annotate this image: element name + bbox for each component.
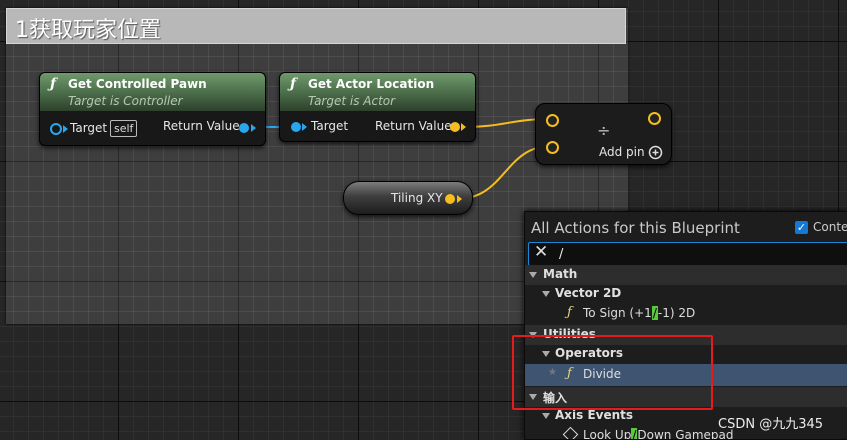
action-to-sign-2d[interactable]: ƒ To Sign (+1/-1) 2D bbox=[525, 304, 847, 324]
divide-symbol: ÷ bbox=[597, 121, 611, 140]
pin-arrow-icon bbox=[63, 125, 68, 133]
event-diamond-icon bbox=[562, 426, 579, 439]
node-header: ƒ Get Controlled Pawn Target is Controll… bbox=[40, 73, 265, 111]
node-divide[interactable]: ÷ Add pin bbox=[535, 103, 672, 165]
divide-input-b-pin[interactable] bbox=[546, 141, 559, 154]
target-default-self[interactable]: self bbox=[110, 120, 138, 137]
pin-arrow-icon bbox=[251, 124, 256, 132]
divide-output-pin[interactable] bbox=[648, 112, 661, 125]
node-get-actor-location[interactable]: ƒ Get Actor Location Target is Actor Tar… bbox=[279, 72, 476, 142]
category-vector-2d[interactable]: Vector 2D bbox=[525, 284, 847, 304]
node-title: Get Controlled Pawn bbox=[68, 77, 207, 91]
return-value-label: Return Value bbox=[163, 119, 240, 133]
search-box: ✕ bbox=[528, 242, 847, 266]
expand-arrow-icon[interactable] bbox=[542, 291, 550, 297]
add-pin-label[interactable]: Add pin bbox=[599, 145, 645, 159]
close-icon[interactable]: ✕ bbox=[534, 242, 548, 262]
red-annotation-box bbox=[512, 335, 713, 410]
node-title: Get Actor Location bbox=[308, 77, 435, 91]
function-icon: ƒ bbox=[290, 76, 297, 92]
menu-title: All Actions for this Blueprint bbox=[531, 219, 740, 237]
to-sign-text-suffix: -1) 2D bbox=[657, 306, 696, 320]
function-icon: ƒ bbox=[50, 76, 57, 92]
node-header: ƒ Get Actor Location Target is Actor bbox=[280, 73, 475, 111]
plus-circle-icon[interactable] bbox=[648, 145, 663, 160]
target-input-pin[interactable] bbox=[291, 122, 301, 132]
node-subtitle: Target is Controller bbox=[68, 94, 183, 108]
function-icon: ƒ bbox=[567, 305, 572, 320]
target-label: Target bbox=[311, 119, 349, 133]
expand-arrow-icon[interactable] bbox=[542, 413, 550, 419]
node-subtitle: Target is Actor bbox=[308, 94, 396, 108]
expand-arrow-icon[interactable] bbox=[529, 272, 537, 278]
divide-input-a-pin[interactable] bbox=[546, 114, 559, 127]
return-value-output-pin[interactable] bbox=[450, 122, 460, 132]
pin-arrow-icon bbox=[457, 195, 462, 203]
pin-arrow-icon bbox=[302, 123, 307, 131]
context-sensitive-label: Conte bbox=[813, 220, 847, 234]
to-sign-text: To Sign (+1 bbox=[583, 306, 652, 320]
pin-arrow-icon bbox=[461, 123, 466, 131]
return-value-label: Return Value bbox=[375, 119, 452, 133]
tiling-output-pin[interactable] bbox=[445, 194, 455, 204]
node-tiling-xy[interactable]: Tiling XY bbox=[343, 181, 473, 215]
tiling-label: Tiling XY bbox=[391, 191, 443, 205]
target-input-pin[interactable] bbox=[50, 123, 62, 135]
context-sensitive-checkbox[interactable]: ✓ bbox=[795, 221, 808, 234]
watermark: CSDN @九九345 bbox=[718, 417, 824, 432]
category-math[interactable]: Math bbox=[525, 265, 847, 285]
node-get-controlled-pawn[interactable]: ƒ Get Controlled Pawn Target is Controll… bbox=[39, 72, 266, 146]
target-label: Target bbox=[70, 121, 108, 135]
search-input[interactable] bbox=[559, 245, 759, 263]
look-up-text: Look Up bbox=[583, 428, 632, 440]
return-value-output-pin[interactable] bbox=[239, 123, 249, 133]
